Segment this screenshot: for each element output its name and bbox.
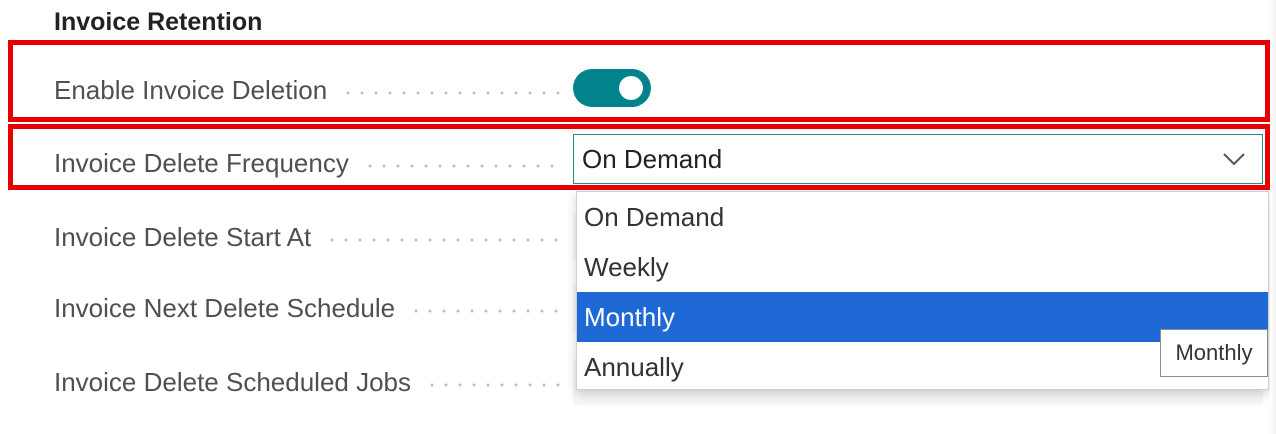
highlight-box-delete-frequency	[8, 124, 1270, 190]
invoice-delete-scheduled-jobs-text: Invoice Delete Scheduled Jobs	[54, 366, 412, 397]
invoice-delete-start-at-label: Invoice Delete Start At	[54, 217, 564, 257]
option-on-demand[interactable]: On Demand	[577, 192, 1268, 242]
option-tooltip: Monthly	[1160, 329, 1268, 377]
section-title: Invoice Retention	[54, 8, 263, 36]
invoice-delete-scheduled-jobs-label: Invoice Delete Scheduled Jobs	[54, 362, 564, 402]
leader-dots	[409, 309, 564, 313]
page-edge-shadow	[1270, 0, 1276, 434]
invoice-delete-start-at-text: Invoice Delete Start At	[54, 221, 312, 252]
leader-dots	[325, 238, 564, 242]
invoice-next-delete-schedule-label: Invoice Next Delete Schedule	[54, 288, 564, 328]
option-weekly[interactable]: Weekly	[577, 242, 1268, 292]
invoice-next-delete-schedule-text: Invoice Next Delete Schedule	[54, 292, 396, 323]
highlight-box-enable-deletion	[8, 40, 1270, 122]
leader-dots	[425, 383, 564, 387]
